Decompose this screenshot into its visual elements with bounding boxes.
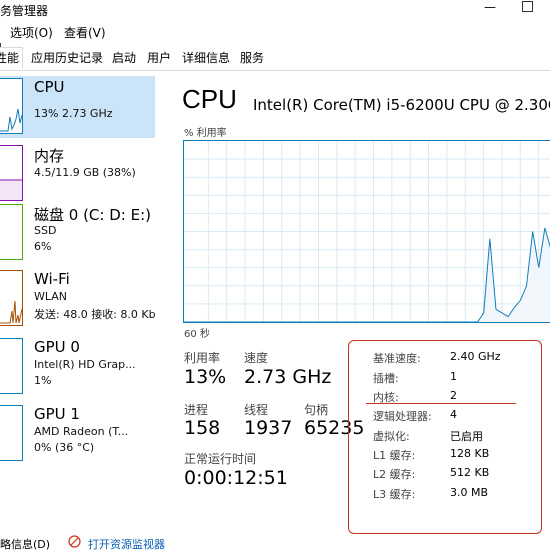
sidebar-item-detail: 4.5/11.9 GB (38%)	[34, 166, 136, 179]
spec-value: 3.0 MB	[450, 486, 489, 499]
menu-bar: 选项(O) 查看(V)	[0, 21, 550, 61]
tab-bar: 性能 应用历史记录 启动 用户 详细信息 服务	[0, 44, 550, 71]
spec-label: 内核:	[373, 391, 399, 404]
wifi-thumbnail	[0, 270, 23, 326]
spec-value: 2	[450, 389, 457, 402]
spec-label: L2 缓存:	[373, 468, 416, 481]
tab-startup[interactable]: 启动	[108, 47, 140, 69]
utilization-value: 13%	[184, 366, 227, 388]
footer-bar: 略信息(D) 打开资源监视器	[0, 534, 550, 551]
minimize-button[interactable]: —	[482, 0, 498, 16]
window-title: 务管理器	[0, 4, 49, 18]
spec-value: 128 KB	[450, 447, 490, 460]
spec-label: L1 缓存:	[373, 449, 416, 462]
processes-label: 进程	[184, 403, 209, 417]
spec-label: 插槽:	[373, 372, 399, 385]
spec-value: 4	[450, 408, 457, 421]
cpu-model-name: Intel(R) Core(TM) i5-6200U CPU @ 2.30G	[253, 96, 550, 114]
sidebar-item-title: 内存	[34, 147, 65, 165]
sidebar-item-title: GPU 0	[34, 338, 80, 356]
uptime-label: 正常运行时间	[184, 452, 257, 466]
sidebar-item-detail: 13% 2.73 GHz	[34, 107, 113, 120]
disk-thumbnail	[0, 204, 23, 260]
spec-value: 512 KB	[450, 466, 490, 479]
spec-value: 1	[450, 370, 457, 383]
spec-label: 虚拟化:	[373, 430, 410, 443]
spec-value: 已启用	[450, 430, 483, 443]
spec-value: 2.40 GHz	[450, 350, 501, 363]
graph-x-label: 60 秒	[184, 329, 210, 340]
sidebar-item-detail: Intel(R) HD Grap...	[34, 358, 136, 371]
sidebar-item-gpu1[interactable]: GPU 1 AMD Radeon (T... 0% (36 °C)	[0, 403, 155, 465]
sidebar-item-detail: WLAN	[34, 290, 68, 303]
sidebar-item-wifi[interactable]: Wi-Fi WLAN 发送: 48.0 接收: 8.0 Kb	[0, 268, 156, 330]
sidebar-item-disk[interactable]: 磁盘 0 (C: D: E:) SSD 6%	[0, 202, 155, 264]
graph-y-label: % 利用率	[184, 128, 227, 139]
menu-options[interactable]: 选项(O)	[10, 24, 53, 41]
sidebar-item-gpu0[interactable]: GPU 0 Intel(R) HD Grap... 1%	[0, 336, 155, 398]
utilization-label: 利用率	[184, 351, 221, 365]
sidebar-item-throughput: 发送: 48.0 接收: 8.0 Kb	[34, 308, 156, 321]
cpu-thumbnail	[0, 78, 23, 134]
sidebar-item-detail: SSD	[34, 224, 57, 237]
page-title: CPU	[182, 84, 237, 114]
sidebar-item-title: 磁盘 0 (C: D: E:)	[34, 206, 151, 224]
sidebar-item-title: GPU 1	[34, 405, 80, 423]
spec-label: 基准速度:	[373, 352, 421, 365]
threads-value: 1937	[244, 417, 293, 439]
tab-users[interactable]: 用户	[143, 47, 175, 69]
sidebar-item-memory[interactable]: 内存 4.5/11.9 GB (38%)	[0, 143, 155, 205]
graph-area	[184, 227, 550, 322]
speed-value: 2.73 GHz	[244, 366, 332, 388]
handles-label: 句柄	[304, 403, 329, 417]
title-bar: 务管理器 —	[0, 0, 550, 20]
sidebar-item-usage: 1%	[34, 374, 52, 387]
threads-label: 线程	[244, 403, 269, 417]
tab-services[interactable]: 服务	[236, 47, 268, 69]
sidebar-item-detail: AMD Radeon (T...	[34, 425, 129, 438]
tab-app-history[interactable]: 应用历史记录	[27, 47, 107, 69]
spec-label: 逻辑处理器:	[373, 410, 432, 423]
sidebar-item-cpu[interactable]: CPU 13% 2.73 GHz	[0, 76, 155, 138]
maximize-button[interactable]	[522, 1, 533, 12]
tab-details[interactable]: 详细信息	[178, 47, 234, 69]
gpu0-thumbnail	[0, 338, 23, 394]
speed-label: 速度	[244, 351, 269, 365]
gpu1-thumbnail	[0, 405, 23, 461]
cpu-utilization-graph	[183, 140, 550, 323]
menu-view[interactable]: 查看(V)	[64, 24, 106, 41]
processes-value: 158	[184, 417, 221, 439]
resource-monitor-icon	[68, 535, 81, 548]
memory-thumbnail	[0, 145, 23, 201]
sidebar-item-usage: 6%	[34, 240, 52, 253]
spec-label: L3 缓存:	[373, 488, 416, 501]
sidebar-item-title: Wi-Fi	[34, 270, 70, 288]
uptime-value: 0:00:12:51	[184, 467, 288, 489]
sidebar-item-title: CPU	[34, 78, 65, 96]
tab-performance[interactable]: 性能	[0, 47, 24, 69]
sidebar-item-usage: 0% (36 °C)	[34, 441, 95, 454]
